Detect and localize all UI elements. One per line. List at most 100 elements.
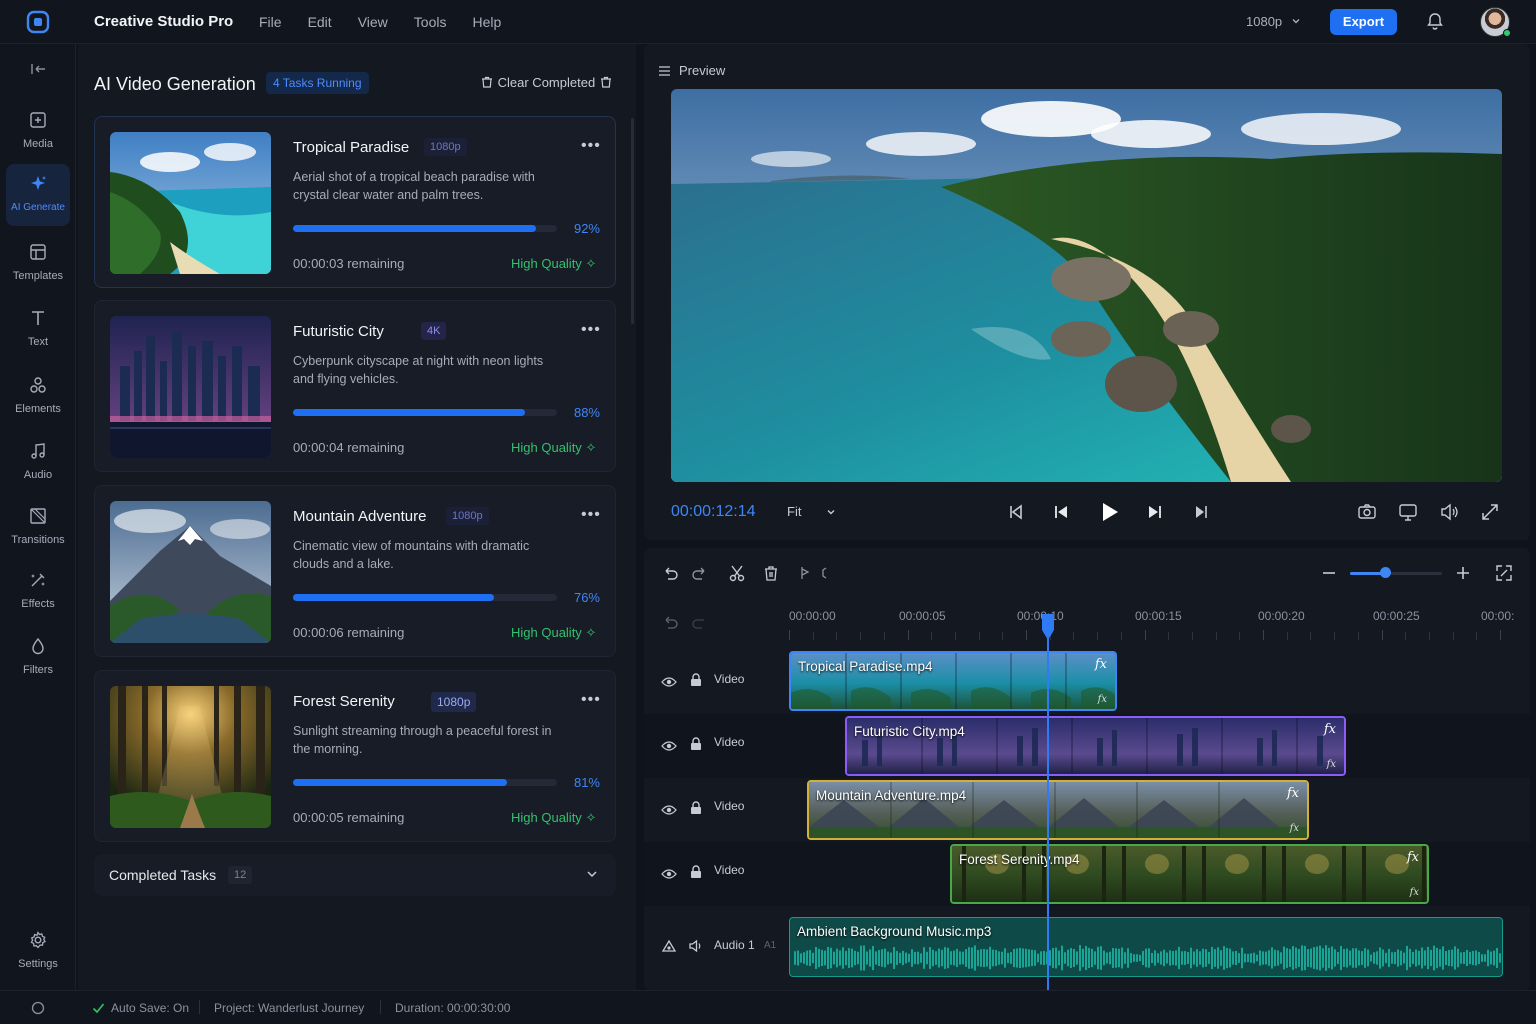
waveform-bar — [1361, 951, 1363, 965]
task-card-tropical-paradise[interactable]: Tropical Paradise 1080p ••• Aerial shot … — [94, 116, 616, 288]
current-timecode: 00:00:12:14 — [671, 503, 756, 520]
sidebar-item-elements[interactable]: Elements — [6, 365, 70, 427]
more-options-icon[interactable]: ••• — [581, 321, 601, 339]
lock-icon[interactable] — [688, 736, 704, 752]
delete-icon[interactable] — [761, 563, 781, 583]
menu-tools[interactable]: Tools — [414, 14, 447, 30]
zoom-out-icon[interactable] — [1319, 563, 1339, 583]
progress-bar-fill — [293, 409, 526, 416]
export-button[interactable]: Export — [1330, 9, 1397, 35]
lock-icon[interactable] — [688, 672, 704, 688]
waveform-bar — [1340, 945, 1342, 971]
sidebar-item-text[interactable]: Text — [6, 298, 70, 360]
volume-icon[interactable] — [1438, 501, 1460, 523]
menu-file[interactable]: File — [259, 14, 282, 30]
preview-video-frame[interactable] — [671, 89, 1502, 482]
zoom-fit-select[interactable]: Fit — [777, 500, 843, 524]
fit-timeline-icon[interactable] — [1494, 563, 1514, 583]
next-frame-icon[interactable] — [1144, 501, 1166, 523]
zoom-slider-handle[interactable] — [1380, 567, 1391, 578]
resolution-badge: 1080p — [431, 692, 477, 712]
progress-percent: 76% — [573, 590, 600, 605]
timeline-clip-forest-serenity[interactable]: Forest Serenity.mp4 fx fx — [950, 844, 1429, 904]
menu-edit[interactable]: Edit — [308, 14, 332, 30]
waveform-bar — [1277, 950, 1279, 966]
timeline-clip-futuristic-city[interactable]: Futuristic City.mp4 fx fx — [845, 716, 1346, 776]
waveform-bar — [1460, 952, 1462, 964]
eye-icon[interactable] — [661, 802, 677, 818]
split-marker-icon[interactable] — [796, 563, 830, 583]
zoom-in-icon[interactable] — [1453, 563, 1473, 583]
resolution-select[interactable]: 1080p — [1236, 9, 1312, 35]
autosave-status: Auto Save: On — [111, 1001, 190, 1015]
panel-scrollbar[interactable] — [631, 118, 634, 324]
redo-icon[interactable] — [690, 563, 710, 583]
notification-bell-icon[interactable] — [1425, 11, 1445, 31]
sidebar-item-templates[interactable]: Templates — [6, 232, 70, 294]
waveform-bar — [1316, 946, 1318, 970]
fx-icon[interactable]: fx — [1287, 786, 1299, 801]
ruler-tick — [1405, 632, 1407, 640]
fx-icon[interactable]: fx — [1095, 657, 1107, 672]
volume-icon[interactable] — [688, 938, 704, 954]
undo-icon[interactable] — [660, 612, 680, 632]
audio-mute-icon[interactable] — [661, 938, 677, 954]
timeline-clip-tropical-paradise[interactable]: Tropical Paradise.mp4 fx fx — [789, 651, 1117, 711]
sidebar-item-ai-generate[interactable]: AI Generate — [6, 164, 70, 226]
sidebar-item-settings[interactable]: Settings — [6, 920, 70, 982]
waveform-bar — [1499, 953, 1501, 963]
more-options-icon[interactable]: ••• — [581, 137, 601, 155]
skip-to-start-icon[interactable] — [1005, 501, 1027, 523]
lock-icon[interactable] — [688, 864, 704, 880]
task-card-mountain-adventure[interactable]: Mountain Adventure 1080p ••• Cinematic v… — [94, 485, 616, 657]
display-monitor-icon[interactable] — [1397, 501, 1419, 523]
sync-status-icon[interactable] — [31, 1001, 45, 1015]
sidebar-item-transitions[interactable]: Transitions — [6, 496, 70, 558]
more-options-icon[interactable]: ••• — [581, 506, 601, 524]
waveform-bar — [1184, 951, 1186, 965]
completed-tasks-section[interactable]: Completed Tasks 12 — [94, 854, 616, 896]
lock-icon[interactable] — [688, 800, 704, 816]
waveform-bar — [812, 952, 814, 964]
sidebar-item-media[interactable]: Media — [6, 100, 70, 162]
collapse-sidebar-icon[interactable] — [28, 60, 48, 78]
waveform-bar — [971, 947, 973, 969]
scissors-icon[interactable] — [727, 563, 747, 583]
previous-frame-icon[interactable] — [1050, 501, 1072, 523]
eye-icon[interactable] — [661, 674, 677, 690]
time-remaining: 00:00:04 remaining — [293, 440, 405, 455]
media-icon — [30, 112, 46, 128]
waveform-bar — [1019, 947, 1021, 969]
task-card-futuristic-city[interactable]: Futuristic City 4K ••• Cyberpunk citysca… — [94, 300, 616, 472]
playhead-line[interactable] — [1047, 616, 1049, 990]
fx-icon[interactable]: fx — [1324, 722, 1336, 737]
menu-help[interactable]: Help — [472, 14, 501, 30]
sidebar-item-effects[interactable]: Effects — [6, 560, 70, 622]
menu-view[interactable]: View — [358, 14, 388, 30]
play-icon[interactable] — [1096, 499, 1122, 525]
timeline-zoom-slider[interactable] — [1350, 572, 1442, 575]
snapshot-camera-icon[interactable] — [1356, 501, 1378, 523]
task-card-forest-serenity[interactable]: Forest Serenity 1080p ••• Sunlight strea… — [94, 670, 616, 842]
progress-percent: 88% — [573, 405, 600, 420]
redo-icon[interactable] — [690, 612, 710, 632]
sidebar-item-audio[interactable]: Audio — [6, 431, 70, 493]
task-title: Mountain Adventure — [293, 508, 427, 525]
undo-icon[interactable] — [660, 563, 680, 583]
waveform-bar — [1493, 950, 1495, 966]
more-options-icon[interactable]: ••• — [581, 691, 601, 709]
sidebar-item-filters[interactable]: Filters — [6, 626, 70, 688]
eye-icon[interactable] — [661, 738, 677, 754]
clear-completed-button[interactable]: Clear Completed — [480, 75, 613, 90]
task-title: Tropical Paradise — [293, 139, 410, 156]
app-logo-icon[interactable] — [26, 10, 50, 34]
fx-icon[interactable]: fx — [1407, 850, 1419, 865]
timeline-clip-ambient-music[interactable]: Ambient Background Music.mp3 — [789, 917, 1503, 977]
skip-to-end-icon[interactable] — [1190, 501, 1212, 523]
timeline-clip-mountain-adventure[interactable]: Mountain Adventure.mp4 fx fx — [807, 780, 1309, 840]
ruler-tick — [1263, 630, 1264, 640]
waveform-bar — [1487, 949, 1489, 967]
fullscreen-icon[interactable] — [1479, 501, 1501, 523]
eye-icon[interactable] — [661, 866, 677, 882]
menu-lines-icon[interactable] — [658, 65, 671, 77]
